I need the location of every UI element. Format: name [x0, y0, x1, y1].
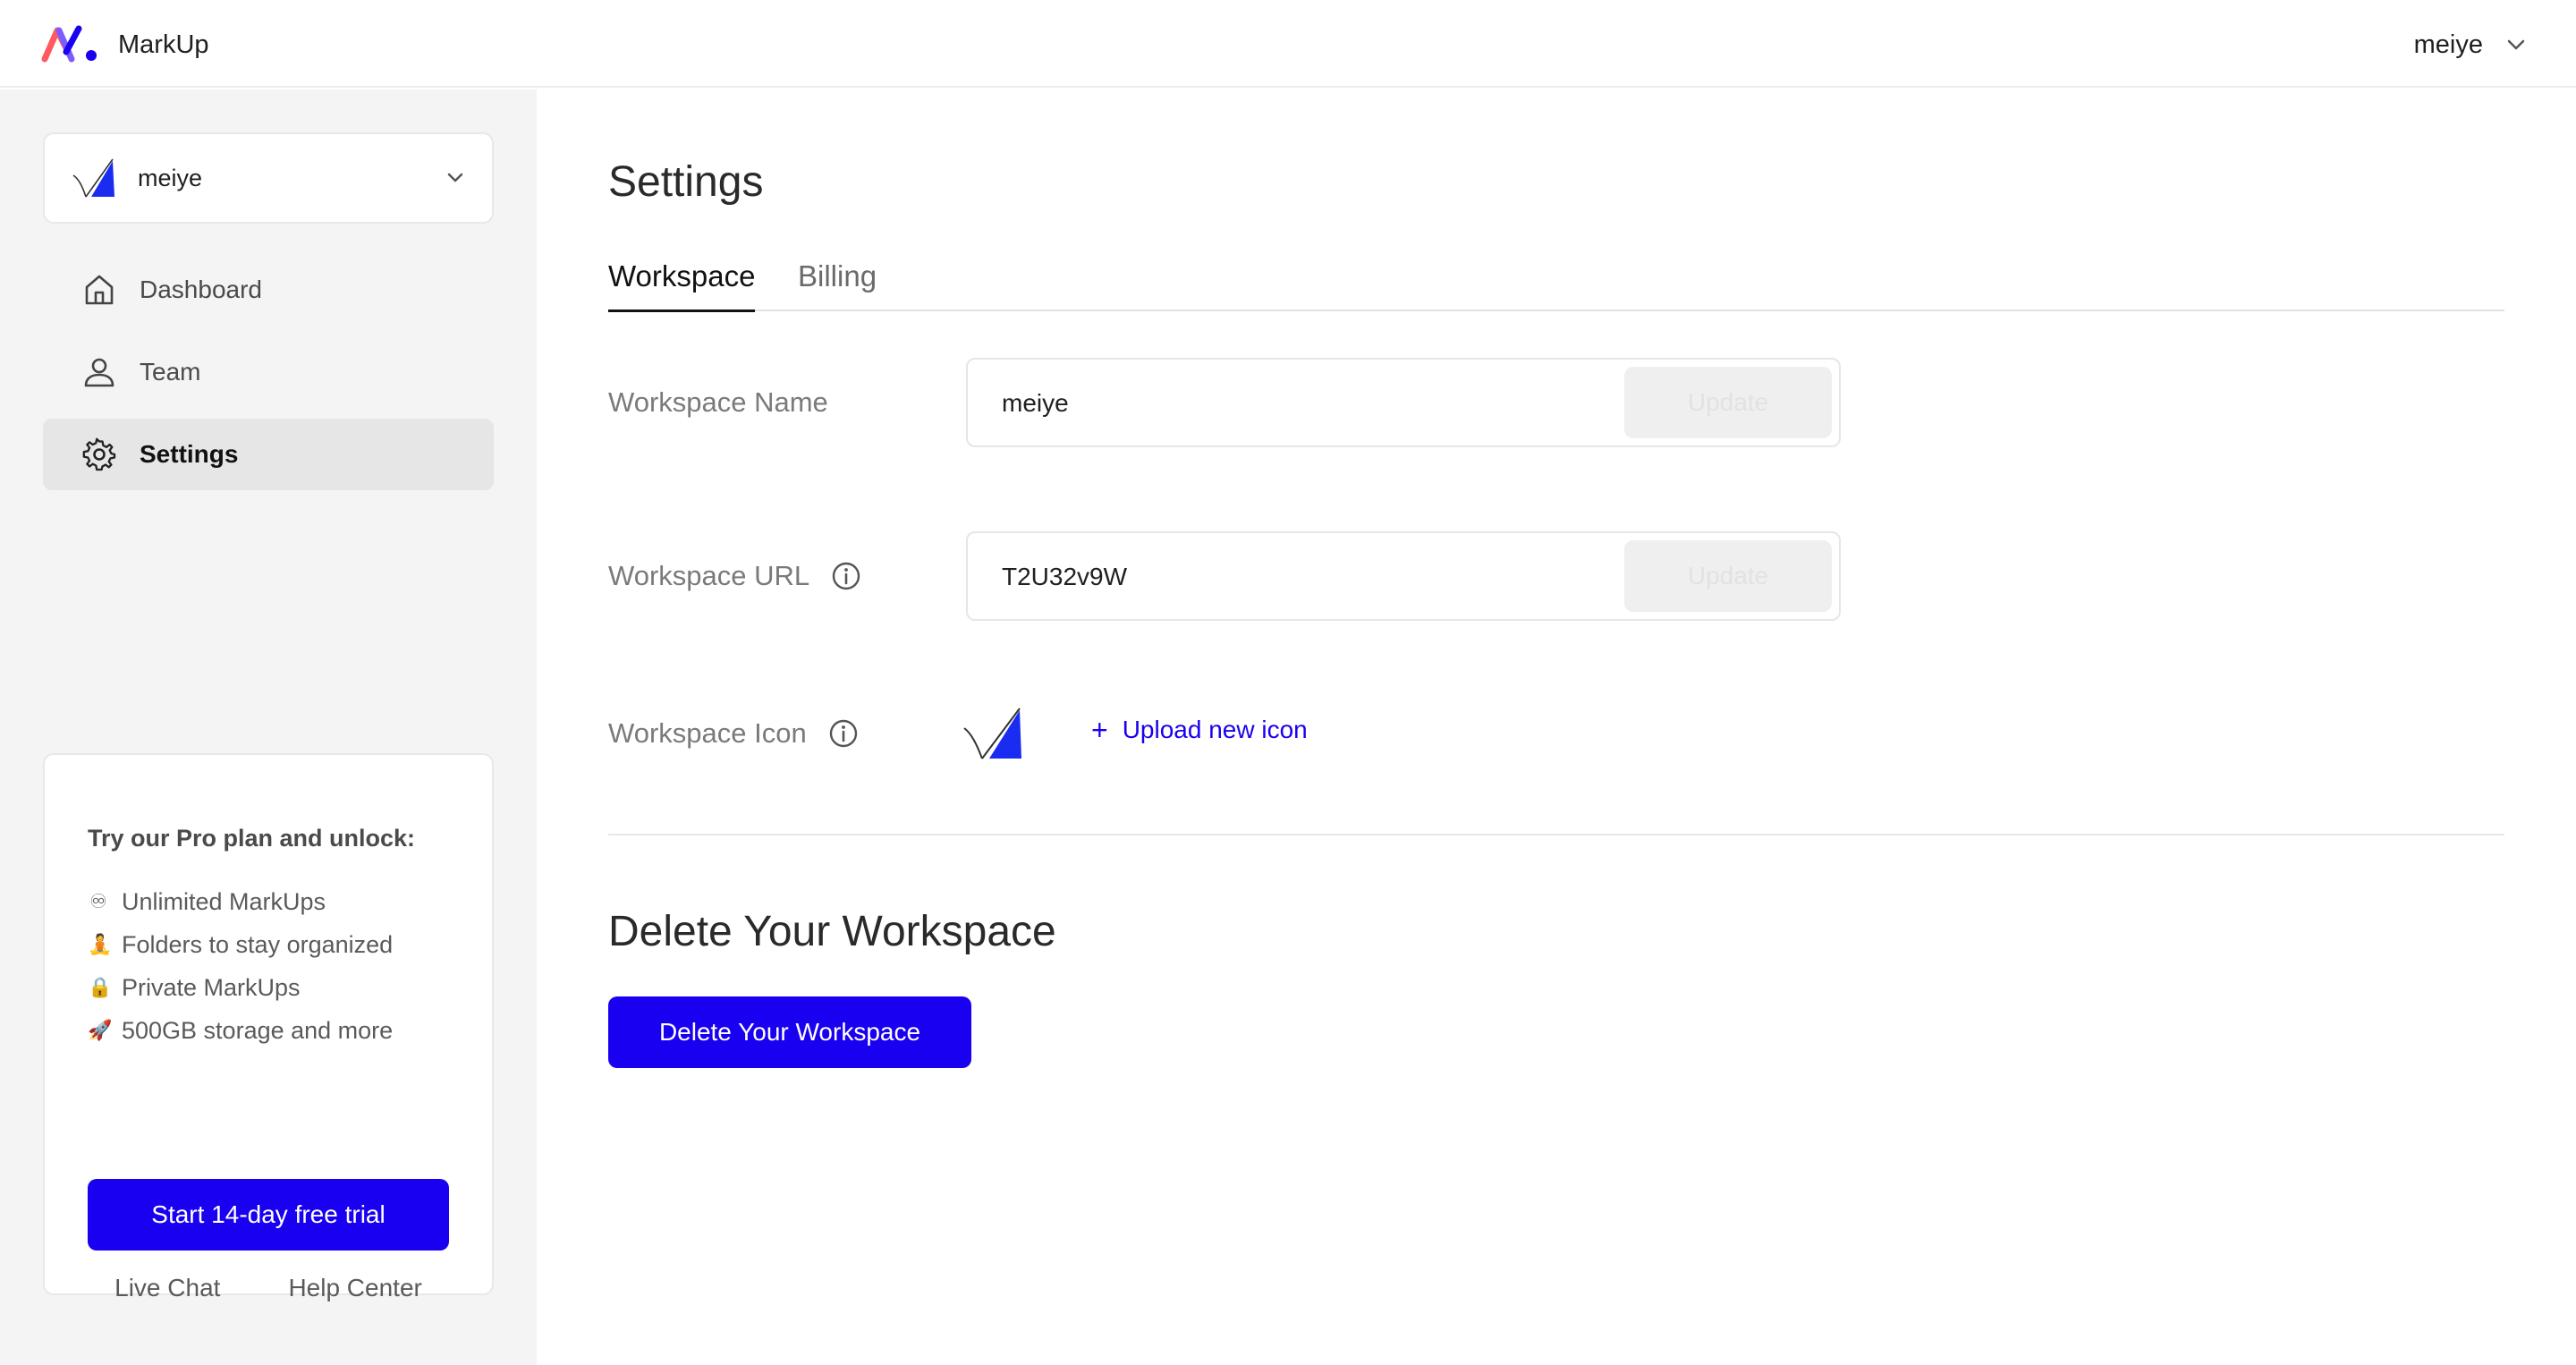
sidebar-item-label: Team [140, 358, 201, 386]
plus-icon: + [1091, 714, 1108, 746]
chevron-down-icon [2507, 39, 2525, 50]
meditation-icon: 🧘 [88, 933, 113, 955]
section-divider [608, 834, 2504, 835]
rocket-icon: 🚀 [88, 1019, 113, 1041]
sidebar-item-settings[interactable]: Settings [43, 419, 494, 490]
promo-feature-text: Folders to stay organized [122, 931, 394, 958]
info-icon[interactable] [828, 718, 859, 749]
workspace-url-field: Update [966, 531, 1841, 621]
upload-new-icon-label: Upload new icon [1122, 716, 1308, 743]
markup-logo-icon[interactable] [41, 25, 98, 63]
app-name: MarkUp [118, 30, 209, 59]
top-bar: MarkUp meiye [0, 0, 2576, 88]
upload-new-icon-link[interactable]: + Upload new icon [1091, 716, 1308, 744]
tab-workspace[interactable]: Workspace [608, 256, 756, 312]
sidebar-item-dashboard[interactable]: Dashboard [43, 254, 494, 326]
user-name: meiye [2413, 30, 2483, 59]
user-icon [84, 358, 114, 387]
workspace-name-label-text: Workspace Name [608, 386, 828, 418]
gear-icon [82, 437, 116, 471]
workspace-switcher-label: meiye [138, 164, 203, 191]
delete-workspace-button[interactable]: Delete Your Workspace [608, 996, 971, 1068]
chevron-down-icon [447, 173, 463, 182]
workspace-name-input[interactable] [1002, 383, 1610, 424]
sidebar-item-team[interactable]: Team [43, 336, 494, 408]
sidebar: meiye Dashboard Team Settings Try our Pr… [0, 89, 537, 1365]
infinity-icon: ♾ [89, 890, 107, 912]
sidebar-item-label: Dashboard [140, 276, 262, 303]
workspace-logo-icon [72, 158, 114, 198]
workspace-icon-label-text: Workspace Icon [608, 717, 807, 749]
promo-feature-text: Private MarkUps [122, 974, 301, 1001]
update-workspace-url-button[interactable]: Update [1624, 540, 1832, 612]
sidebar-footer: Live Chat Help Center [0, 1274, 537, 1302]
promo-feature-text: Unlimited MarkUps [122, 888, 326, 915]
page-title: Settings [608, 158, 764, 206]
sidebar-nav: Dashboard Team Settings [43, 254, 494, 501]
list-item: 🚀 500GB storage and more [88, 1009, 393, 1052]
update-workspace-name-button[interactable]: Update [1624, 367, 1832, 438]
workspace-name-field: Update [966, 358, 1841, 447]
home-icon [85, 275, 114, 305]
tab-billing[interactable]: Billing [798, 256, 877, 309]
start-trial-button[interactable]: Start 14-day free trial [88, 1179, 449, 1251]
list-item: 🔒 Private MarkUps [88, 966, 393, 1009]
pro-plan-promo: Try our Pro plan and unlock: ♾ Unlimited… [43, 753, 494, 1295]
workspace-switcher[interactable]: meiye [43, 132, 494, 224]
list-item: ♾ Unlimited MarkUps [88, 880, 393, 923]
sidebar-item-label: Settings [140, 440, 239, 468]
lock-icon: 🔒 [88, 976, 113, 998]
info-icon[interactable] [831, 561, 861, 591]
live-chat-link[interactable]: Live Chat [114, 1274, 220, 1302]
settings-tabs: Workspace Billing [608, 256, 2504, 312]
workspace-url-label-text: Workspace URL [608, 560, 810, 591]
help-center-link[interactable]: Help Center [288, 1274, 421, 1302]
workspace-url-label: Workspace URL [608, 560, 861, 592]
list-item: 🧘 Folders to stay organized [88, 923, 393, 966]
workspace-logo-icon [963, 708, 1021, 759]
promo-title: Try our Pro plan and unlock: [88, 825, 416, 852]
workspace-icon-label: Workspace Icon [608, 717, 859, 750]
user-menu[interactable]: meiye [2414, 27, 2526, 63]
delete-workspace-title: Delete Your Workspace [608, 908, 1056, 955]
promo-feature-list: ♾ Unlimited MarkUps 🧘 Folders to stay or… [88, 880, 393, 1052]
workspace-name-label: Workspace Name [608, 386, 828, 419]
promo-feature-text: 500GB storage and more [122, 1017, 394, 1044]
workspace-url-input[interactable] [1002, 556, 1610, 598]
